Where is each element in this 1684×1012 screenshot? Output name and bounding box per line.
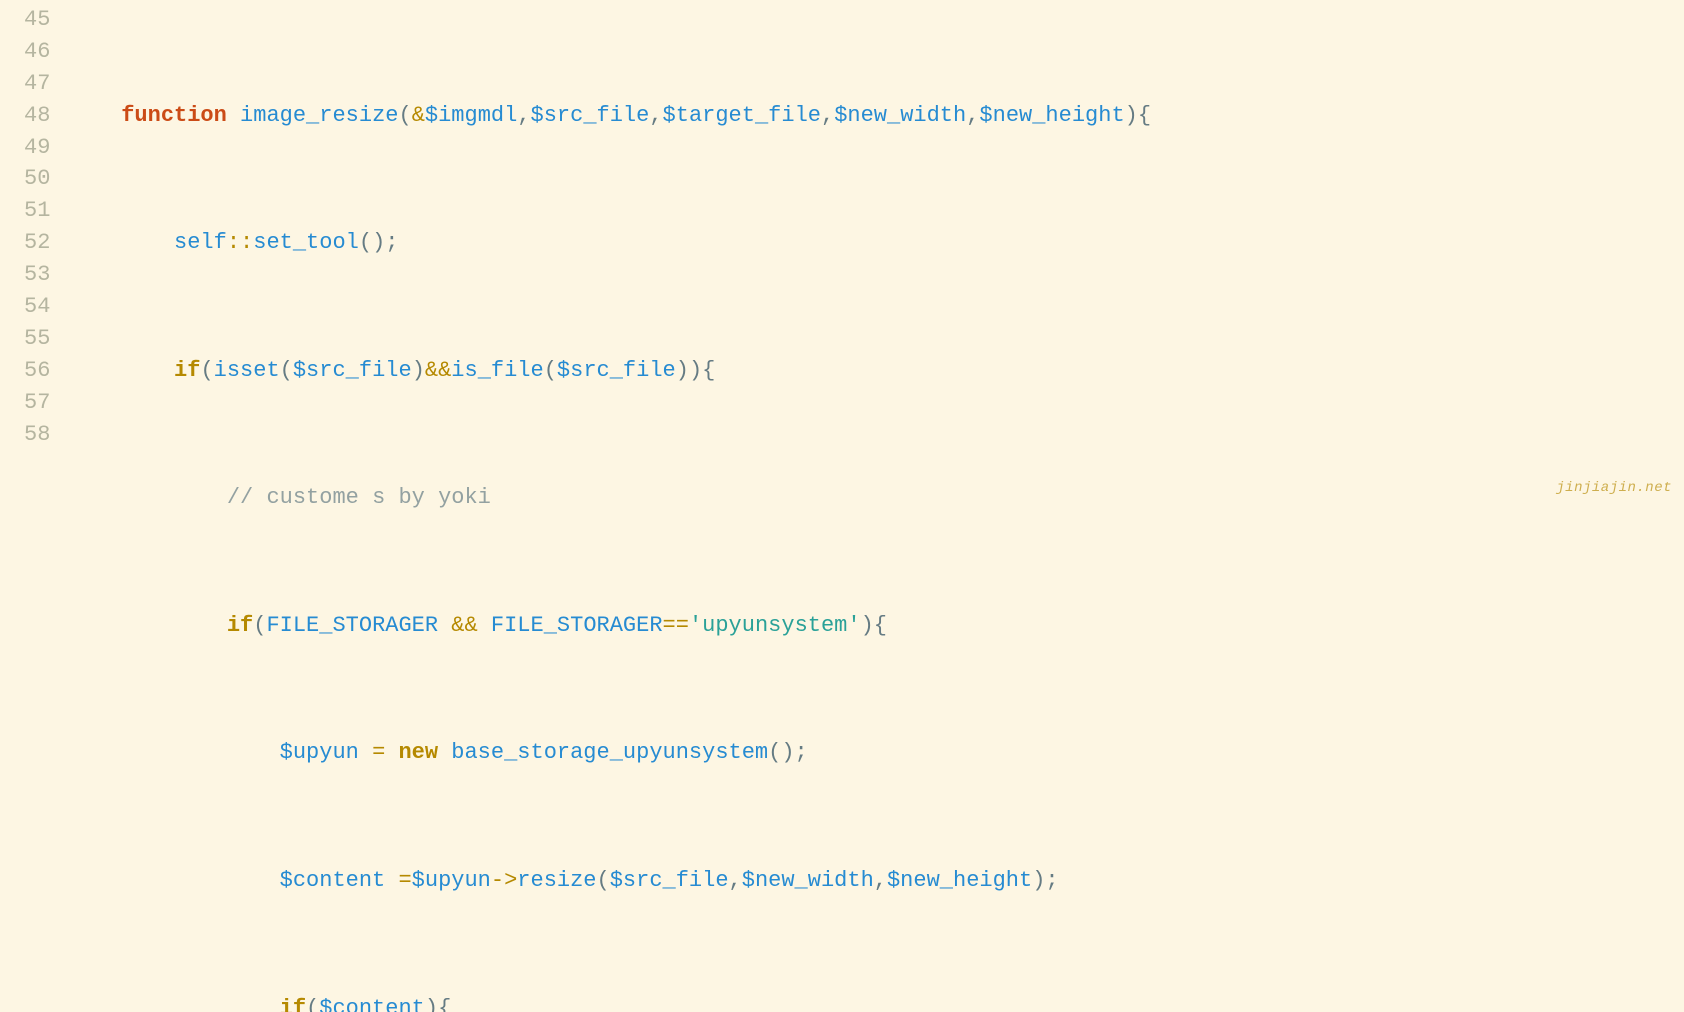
keyword-if: if <box>174 358 200 383</box>
keyword-new: new <box>398 740 438 765</box>
line-number: 46 <box>24 36 50 68</box>
function-name: image_resize <box>240 103 398 128</box>
code-line[interactable]: if($content){ <box>68 993 1684 1012</box>
code-line[interactable]: if(FILE_STORAGER && FILE_STORAGER=='upyu… <box>68 610 1684 642</box>
line-number: 45 <box>24 4 50 36</box>
code-area[interactable]: function image_resize(&$imgmdl,$src_file… <box>68 0 1684 506</box>
line-number: 52 <box>24 227 50 259</box>
line-number: 47 <box>24 68 50 100</box>
line-number: 56 <box>24 355 50 387</box>
line-number: 54 <box>24 291 50 323</box>
code-line[interactable]: // custome s by yoki <box>68 482 1684 514</box>
code-line[interactable]: $upyun = new base_storage_upyunsystem(); <box>68 737 1684 769</box>
code-line[interactable]: if(isset($src_file)&&is_file($src_file))… <box>68 355 1684 387</box>
watermark-logo: jinjiajin.net <box>1556 478 1672 498</box>
keyword-if: if <box>227 613 253 638</box>
comment: // custome s by yoki <box>227 485 491 510</box>
self: self <box>174 230 227 255</box>
code-line[interactable]: self::set_tool(); <box>68 227 1684 259</box>
line-number: 55 <box>24 323 50 355</box>
line-number: 48 <box>24 100 50 132</box>
line-number: 51 <box>24 195 50 227</box>
keyword-function: function <box>121 103 227 128</box>
code-editor[interactable]: 45 46 47 48 49 50 51 52 53 54 55 56 57 5… <box>0 0 1684 506</box>
line-gutter: 45 46 47 48 49 50 51 52 53 54 55 56 57 5… <box>0 0 68 506</box>
code-line[interactable]: $content =$upyun->resize($src_file,$new_… <box>68 865 1684 897</box>
code-line[interactable]: function image_resize(&$imgmdl,$src_file… <box>68 100 1684 132</box>
keyword-if: if <box>280 996 306 1012</box>
line-number: 57 <box>24 387 50 419</box>
line-number: 58 <box>24 419 50 451</box>
line-number: 49 <box>24 132 50 164</box>
line-number: 50 <box>24 163 50 195</box>
line-number: 53 <box>24 259 50 291</box>
string: 'upyunsystem' <box>689 613 861 638</box>
reference-op: & <box>412 103 425 128</box>
